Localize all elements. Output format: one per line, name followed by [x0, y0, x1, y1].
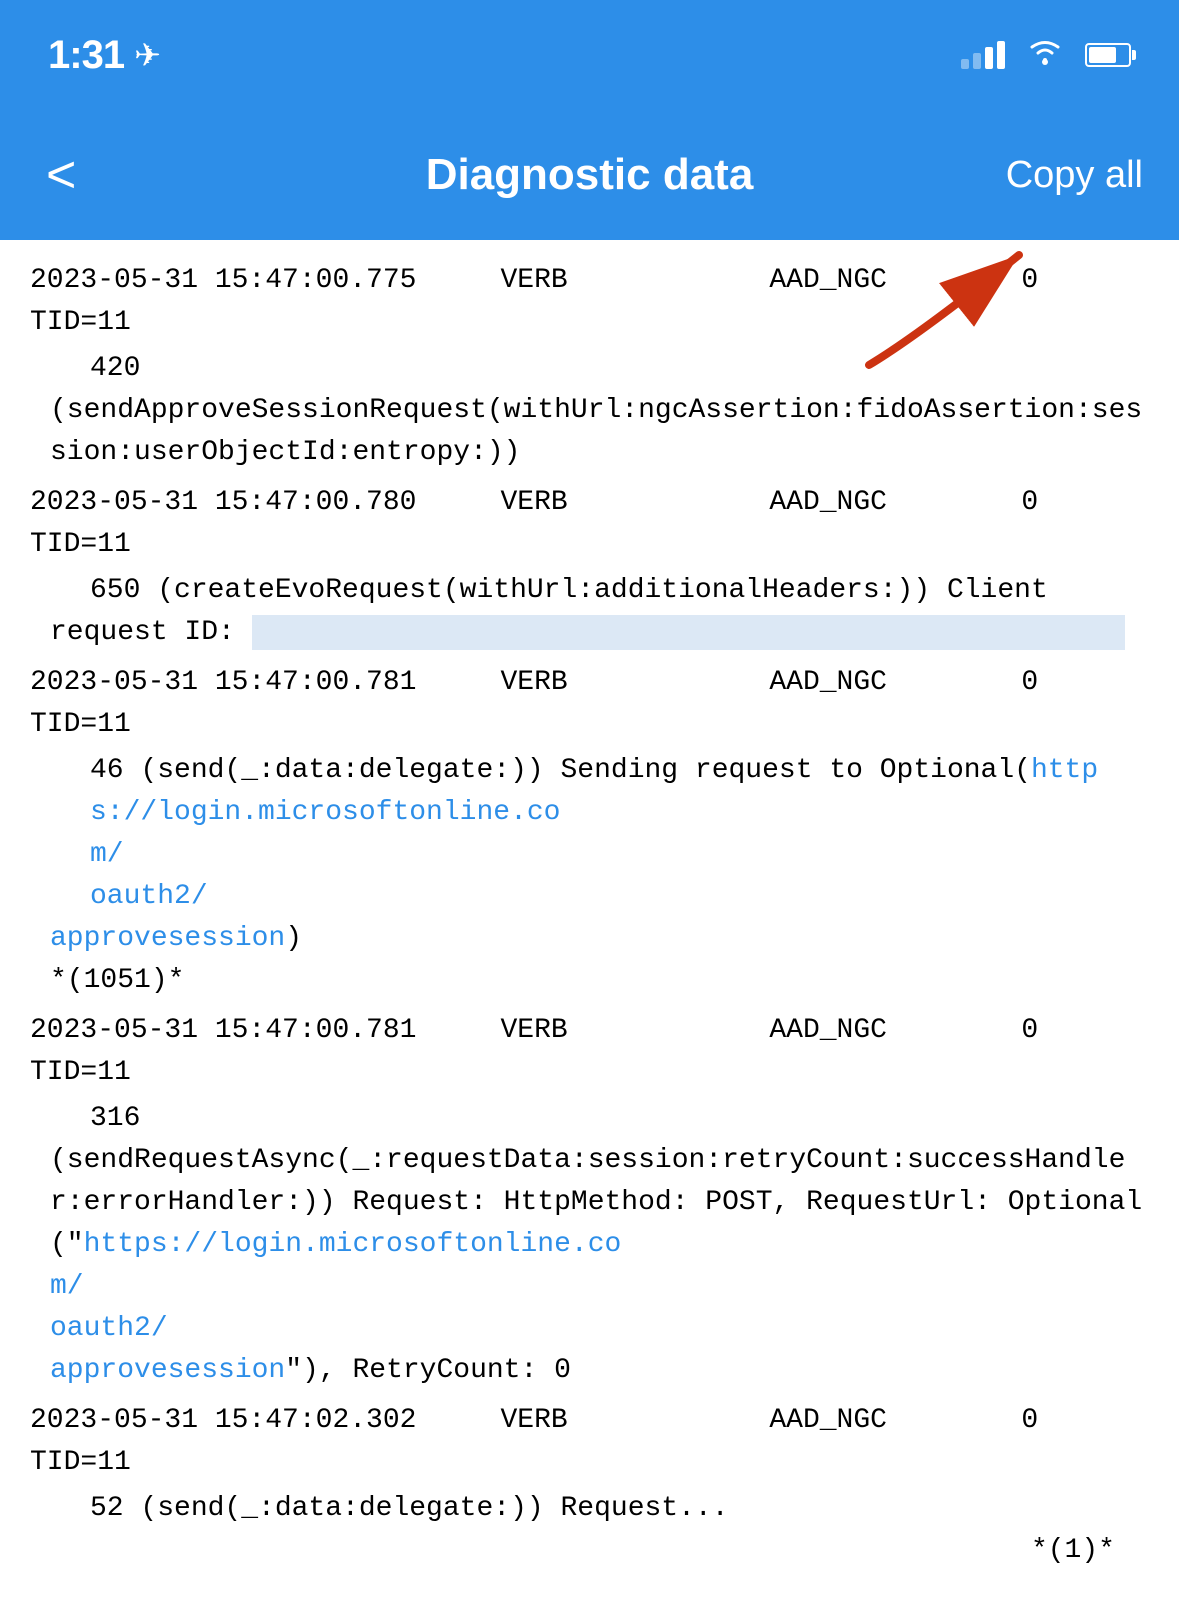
- log-count: 0: [1021, 1405, 1038, 1436]
- copy-all-button[interactable]: Copy all: [1006, 154, 1143, 197]
- log-tid: TID=11: [30, 307, 131, 338]
- log-tid: TID=11: [30, 1447, 131, 1478]
- log-module: AAD_NGC: [769, 1405, 887, 1436]
- log-level: VERB: [500, 667, 567, 698]
- log-module: AAD_NGC: [769, 667, 887, 698]
- log-count: 0: [1021, 487, 1038, 518]
- log-timestamp: 2023-05-31 15:47:00.781: [30, 667, 416, 698]
- log-module: AAD_NGC: [769, 265, 887, 296]
- list-item: 2023-05-31 15:47:00.775 VERB AAD_NGC 0 T…: [30, 260, 1149, 474]
- signal-bars-icon: [961, 41, 1005, 69]
- log-body: 420: [30, 348, 1149, 390]
- location-icon: ✈: [134, 36, 161, 74]
- log-timestamp: 2023-05-31 15:47:02.302: [30, 1405, 416, 1436]
- log-body: 46 (send(_:data:delegate:)) Sending requ…: [30, 750, 1149, 918]
- log-link[interactable]: https://login.microsoftonline.com/ /oaut…: [90, 755, 1179, 912]
- list-item: 2023-05-31 15:47:00.781 VERB AAD_NGC 0 T…: [30, 1010, 1149, 1392]
- log-detail: request ID:: [30, 612, 1149, 654]
- highlight-text: [252, 615, 1126, 650]
- log-timestamp: 2023-05-31 15:47:00.781: [30, 1015, 416, 1046]
- log-level: VERB: [500, 1405, 567, 1436]
- log-link-3[interactable]: https://login.microsoftonline.com/ /oaut…: [50, 1229, 1179, 1344]
- log-level: VERB: [500, 1015, 567, 1046]
- log-link-4[interactable]: approvesession: [50, 1355, 285, 1386]
- log-level: VERB: [500, 487, 567, 518]
- log-detail: (sendApproveSessionRequest(withUrl:ngcAs…: [30, 390, 1149, 474]
- log-detail: (sendRequestAsync(_:requestData:session:…: [30, 1140, 1149, 1350]
- status-time: 1:31: [48, 33, 124, 78]
- status-right: [961, 36, 1131, 74]
- log-count: 0: [1021, 1015, 1038, 1046]
- log-body: 650 (createEvoRequest(withUrl:additional…: [30, 570, 1149, 612]
- log-level: VERB: [500, 265, 567, 296]
- log-count: 0: [1021, 667, 1038, 698]
- log-detail-2: *(1051)*: [30, 960, 1149, 1002]
- status-bar: 1:31 ✈: [0, 0, 1179, 110]
- back-button[interactable]: <: [36, 139, 86, 211]
- list-item: 2023-05-31 15:47:00.780 VERB AAD_NGC 0 T…: [30, 482, 1149, 654]
- log-tid: TID=11: [30, 1057, 131, 1088]
- log-body: 316: [30, 1098, 1149, 1140]
- log-count: 0: [1021, 265, 1038, 296]
- log-content: 2023-05-31 15:47:00.775 VERB AAD_NGC 0 T…: [0, 240, 1179, 1600]
- page-title: Diagnostic data: [426, 150, 754, 200]
- log-tid: TID=11: [30, 709, 131, 740]
- log-tid: TID=11: [30, 529, 131, 560]
- wifi-icon: [1025, 36, 1065, 74]
- log-link-cont-2: approvesession"), RetryCount: 0: [30, 1350, 1149, 1392]
- nav-bar: < Diagnostic data Copy all: [0, 110, 1179, 240]
- log-link-2[interactable]: approvesession: [50, 923, 285, 954]
- list-item: 2023-05-31 15:47:00.781 VERB AAD_NGC 0 T…: [30, 662, 1149, 1002]
- log-timestamp: 2023-05-31 15:47:00.775: [30, 265, 416, 296]
- log-module: AAD_NGC: [769, 1015, 887, 1046]
- log-link-cont: approvesession): [30, 918, 1149, 960]
- log-body: 52 (send(_:data:delegate:)) Request... *…: [30, 1488, 1149, 1572]
- status-left: 1:31 ✈: [48, 33, 161, 78]
- log-timestamp: 2023-05-31 15:47:00.780: [30, 487, 416, 518]
- battery-icon: [1085, 43, 1131, 67]
- list-item: 2023-05-31 15:47:02.302 VERB AAD_NGC 0 T…: [30, 1400, 1149, 1572]
- log-module: AAD_NGC: [769, 487, 887, 518]
